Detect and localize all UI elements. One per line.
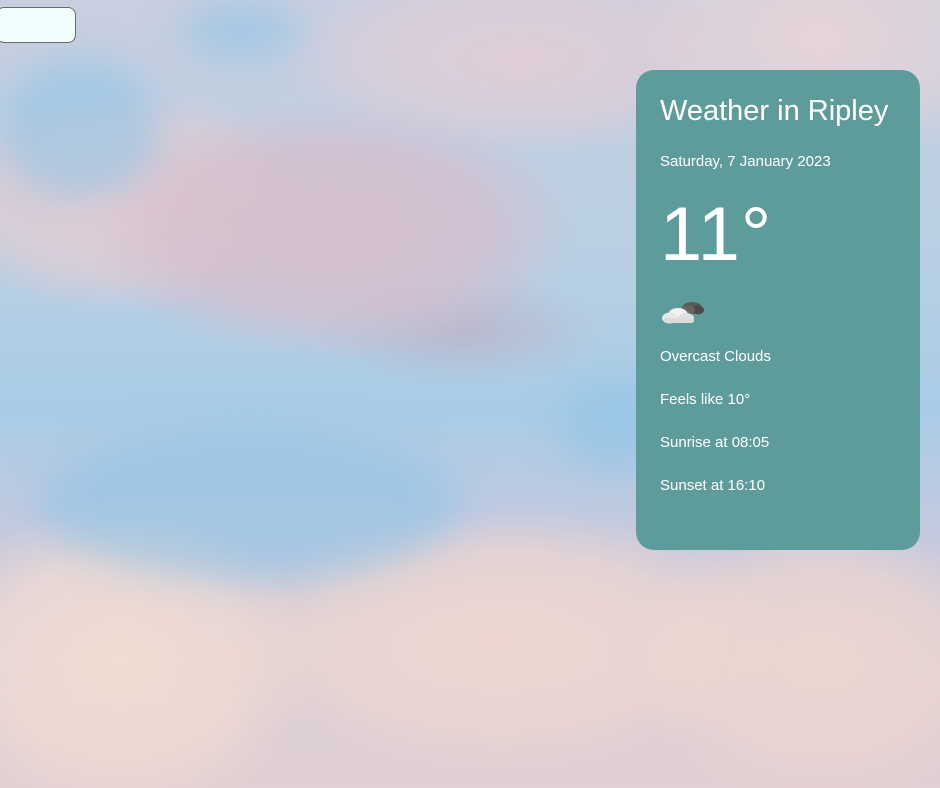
- weather-description: Overcast Clouds: [660, 348, 771, 365]
- feels-like: Feels like 10°: [660, 391, 751, 408]
- sky-patch: [180, 0, 300, 60]
- sunrise-time: Sunrise at 08:05: [660, 434, 770, 451]
- weather-card: Weather in Ripley Saturday, 7 January 20…: [636, 70, 920, 550]
- weather-date: Saturday, 7 January 2023: [660, 153, 831, 170]
- sunset-time: Sunset at 16:10: [660, 477, 766, 494]
- weather-title: Weather in Ripley: [660, 95, 889, 127]
- overcast-cloud-icon: [662, 302, 704, 324]
- sky-patch: [0, 60, 160, 200]
- temperature: 11°: [660, 192, 773, 277]
- search-input[interactable]: [0, 7, 76, 43]
- page-background: Weather in Ripley Saturday, 7 January 20…: [0, 0, 940, 788]
- sky-patch: [40, 430, 460, 580]
